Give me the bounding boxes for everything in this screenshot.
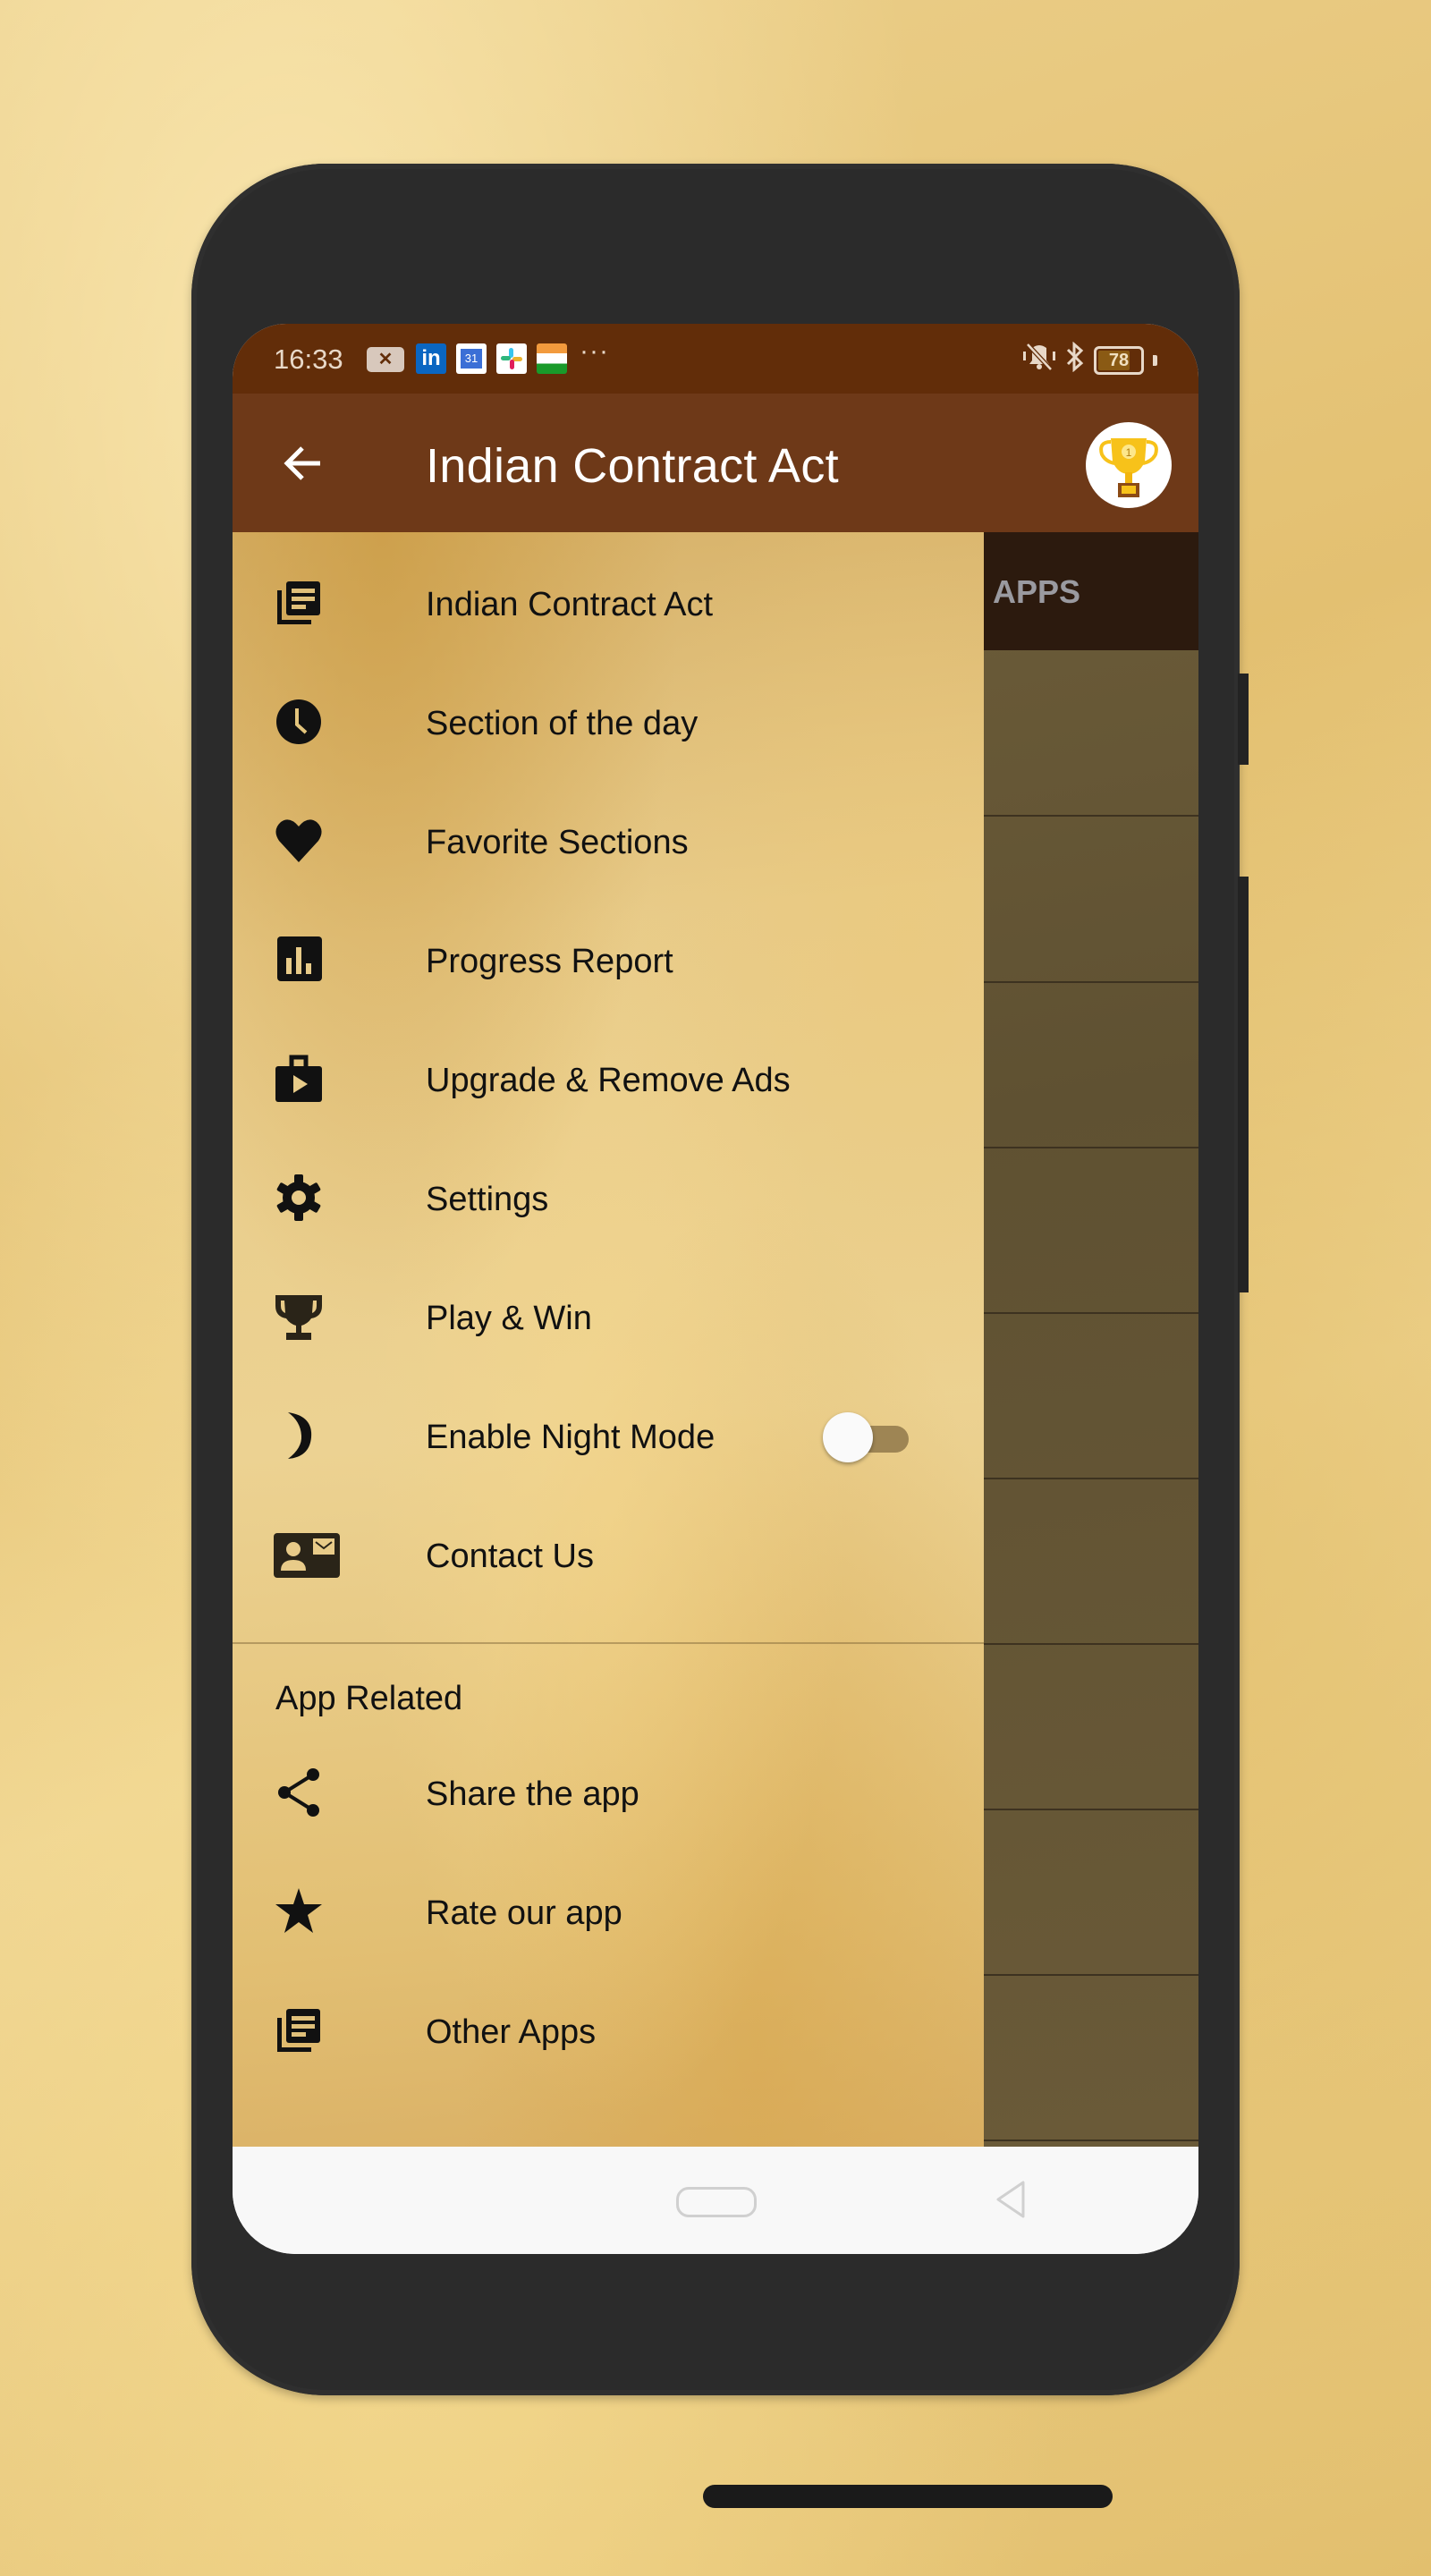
trophy-icon (274, 1292, 324, 1342)
drawer-item-label: Favorite Sections (426, 824, 689, 861)
home-button[interactable] (676, 2187, 757, 2217)
drawer-item-label: Upgrade & Remove Ads (426, 1062, 791, 1099)
moon-icon (274, 1411, 324, 1461)
system-nav-bar (233, 2147, 1198, 2254)
calendar-icon: 31 (456, 343, 487, 374)
trophy-avatar-button[interactable]: 1 (1086, 422, 1172, 508)
battery-icon: 78 (1094, 346, 1144, 375)
clock-icon (274, 697, 324, 747)
battery-tip (1153, 355, 1157, 366)
status-right: 78 (1022, 341, 1157, 379)
drawer-item-section-of-the-day[interactable]: Section of the day (233, 673, 984, 771)
drawer-item-favorite-sections[interactable]: Favorite Sections (233, 792, 984, 890)
drawer-item-other-apps[interactable]: Other Apps (233, 1981, 984, 2080)
star-icon (274, 1886, 324, 1936)
bar-chart-icon (274, 935, 324, 985)
night-mode-toggle[interactable] (823, 1412, 912, 1462)
back-triangle-icon (996, 2181, 1025, 2218)
bottom-speaker (703, 2485, 1113, 2508)
gold-trophy-icon: 1 (1099, 438, 1158, 497)
linkedin-icon: in (416, 343, 446, 374)
drawer-item-label: Indian Contract Act (426, 586, 714, 623)
drawer-item-label: Section of the day (426, 705, 699, 742)
vibrate-off-icon (1022, 343, 1056, 378)
power-button (1238, 674, 1249, 765)
indian-evidence-act-icon (537, 343, 567, 374)
calendar-day: 31 (461, 349, 482, 369)
navigation-drawer: Indian Contract Act Section of the day F… (233, 532, 984, 2147)
gear-icon (274, 1173, 324, 1223)
drawer-item-share-the-app[interactable]: Share the app (233, 1743, 984, 1842)
screen: 16:33 ✕ in 31 ··· 78 Indian Contract Act… (233, 324, 1198, 2254)
status-time: 16:33 (274, 343, 343, 375)
volume-button (1238, 877, 1249, 1292)
drawer-item-play-and-win[interactable]: Play & Win (233, 1267, 984, 1366)
drawer-item-label: Settings (426, 1181, 549, 1218)
drawer-item-label: Play & Win (426, 1300, 592, 1337)
back-arrow-icon[interactable] (277, 436, 331, 490)
library-books-icon (274, 2005, 324, 2055)
drawer-item-upgrade-remove-ads[interactable]: Upgrade & Remove Ads (233, 1030, 984, 1128)
status-bar: 16:33 ✕ in 31 ··· 78 (233, 324, 1198, 394)
toggle-thumb (823, 1412, 873, 1462)
drawer-item-label: Rate our app (426, 1894, 622, 1932)
drawer-item-label: Share the app (426, 1775, 639, 1813)
battery-level: 78 (1108, 351, 1130, 370)
back-triangle-button[interactable] (991, 2179, 1032, 2220)
app-bar: Indian Contract Act 1 (233, 394, 1198, 532)
close-notification-icon: ✕ (367, 347, 404, 372)
drawer-item-indian-contract-act[interactable]: Indian Contract Act (233, 554, 984, 652)
shop-bag-icon (274, 1054, 324, 1104)
drawer-item-settings[interactable]: Settings (233, 1148, 984, 1247)
drawer-item-label: Other Apps (426, 2013, 597, 2051)
bluetooth-icon (1065, 341, 1085, 379)
drawer-item-label: Enable Night Mode (426, 1419, 716, 1456)
more-notifications-icon: ··· (580, 336, 609, 366)
drawer-item-label: Progress Report (426, 943, 673, 980)
library-books-icon (274, 578, 324, 628)
share-icon (274, 1767, 324, 1818)
drawer-item-rate-our-app[interactable]: Rate our app (233, 1862, 984, 1961)
heart-icon (274, 816, 324, 866)
drawer-item-enable-night-mode[interactable]: Enable Night Mode (233, 1386, 984, 1485)
contact-card-icon (274, 1530, 340, 1580)
section-header-app-related: App Related (275, 1680, 463, 1717)
app-title: Indian Contract Act (426, 439, 839, 493)
tab-apps[interactable]: APPS (993, 573, 1080, 611)
slack-icon (496, 343, 527, 374)
drawer-item-contact-us[interactable]: Contact Us (233, 1505, 984, 1604)
drawer-item-progress-report[interactable]: Progress Report (233, 911, 984, 1009)
drawer-item-label: Contact Us (426, 1538, 594, 1575)
svg-text:1: 1 (1126, 446, 1132, 459)
drawer-divider (233, 1642, 984, 1644)
